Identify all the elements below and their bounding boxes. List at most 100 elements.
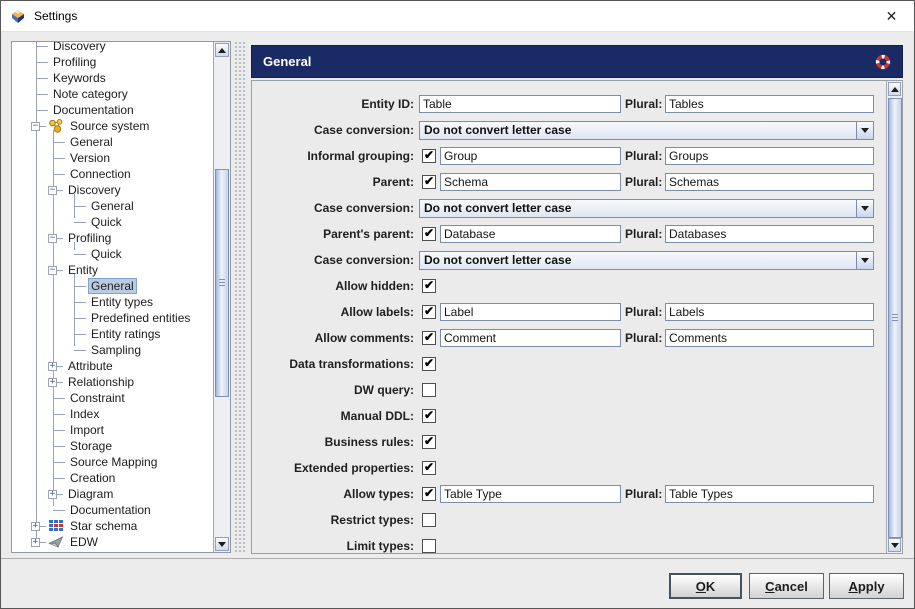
scrollbar-thumb[interactable] (888, 98, 902, 538)
parent-input[interactable] (440, 173, 621, 191)
close-button[interactable]: ✕ (869, 1, 914, 31)
tree-item-connection[interactable]: Connection (12, 166, 213, 182)
tree-item-entity-ratings[interactable]: Entity ratings (12, 326, 213, 342)
parent-checkbox[interactable]: ✔ (422, 175, 436, 189)
tree-item-star-schema[interactable]: +Star schema (12, 518, 213, 534)
tree-scrollbar[interactable] (213, 42, 230, 552)
allow-comments-input[interactable] (440, 329, 621, 347)
tree-item-edw[interactable]: +EDW (12, 534, 213, 550)
scroll-up-button[interactable] (215, 43, 229, 57)
informal-grouping-checkbox[interactable]: ✔ (422, 149, 436, 163)
tree-item-profiling[interactable]: −Profiling (12, 230, 213, 246)
form-scrollbar[interactable] (886, 81, 902, 553)
business-rules-checkbox[interactable]: ✔ (422, 435, 436, 449)
tree-item-discovery[interactable]: −Discovery (12, 182, 213, 198)
tree-item-label: Attribute (65, 358, 116, 374)
tree-item-predefined-entities[interactable]: Predefined entities (12, 310, 213, 326)
help-lifering-icon[interactable] (875, 54, 891, 70)
extended-properties-checkbox[interactable]: ✔ (422, 461, 436, 475)
expand-icon[interactable]: + (48, 490, 57, 499)
tree-item-keywords[interactable]: Keywords (12, 70, 213, 86)
allow-types-checkbox[interactable]: ✔ (422, 487, 436, 501)
tree-item-documentation[interactable]: Documentation (12, 102, 213, 118)
tree-connector (36, 62, 48, 63)
collapse-icon[interactable]: − (48, 186, 57, 195)
allow-types-plural-input[interactable] (665, 485, 874, 503)
data-transformations-checkbox[interactable]: ✔ (422, 357, 436, 371)
scroll-down-button[interactable] (888, 538, 901, 552)
field-label: Allow labels: (260, 305, 414, 319)
informal-grouping-plural-input[interactable] (665, 147, 874, 165)
scroll-up-button[interactable] (888, 82, 901, 96)
restrict-types-checkbox[interactable] (422, 513, 436, 527)
chevron-down-icon (861, 128, 869, 133)
tree-item-source-system[interactable]: −Source system (12, 118, 213, 134)
plural-label: Plural: (625, 487, 662, 501)
tree-item-entity[interactable]: −Entity (12, 262, 213, 278)
scrollbar-thumb[interactable] (215, 169, 229, 397)
parent-s-parent-checkbox[interactable]: ✔ (422, 227, 436, 241)
entity-id-input[interactable] (419, 95, 621, 113)
tree-item-documentation[interactable]: Documentation (12, 502, 213, 518)
case-conversion-dropdown[interactable]: Do not convert letter case (419, 199, 874, 218)
collapse-icon[interactable]: − (31, 122, 40, 131)
allow-comments-checkbox[interactable]: ✔ (422, 331, 436, 345)
expand-icon[interactable]: + (48, 362, 57, 371)
combo-arrow-button[interactable] (856, 200, 873, 217)
informal-grouping-input[interactable] (440, 147, 621, 165)
limit-types-checkbox[interactable] (422, 539, 436, 553)
tree-item-entity-types[interactable]: Entity types (12, 294, 213, 310)
tree-item-discovery[interactable]: Discovery (12, 42, 213, 54)
form-view: Entity ID:Plural:Case conversion:Do not … (252, 81, 886, 553)
allow-types-input[interactable] (440, 485, 621, 503)
tree-item-profiling[interactable]: Profiling (12, 54, 213, 70)
combo-arrow-button[interactable] (856, 252, 873, 269)
tree-item-general[interactable]: General (12, 198, 213, 214)
expand-icon[interactable]: + (31, 522, 40, 531)
tree-item-source-mapping[interactable]: Source Mapping (12, 454, 213, 470)
allow-labels-checkbox[interactable]: ✔ (422, 305, 436, 319)
case-conversion-dropdown[interactable]: Do not convert letter case (419, 121, 874, 140)
allow-labels-input[interactable] (440, 303, 621, 321)
scroll-down-button[interactable] (215, 537, 229, 551)
parent-s-parent-input[interactable] (440, 225, 621, 243)
combo-arrow-button[interactable] (856, 122, 873, 139)
cancel-button[interactable]: Cancel (749, 573, 824, 599)
tree-item-general[interactable]: General (12, 134, 213, 150)
tree-item-version[interactable]: Version (12, 150, 213, 166)
expand-icon[interactable]: + (48, 378, 57, 387)
tree-item-sampling[interactable]: Sampling (12, 342, 213, 358)
tree-item-creation[interactable]: Creation (12, 470, 213, 486)
allow-comments-plural-input[interactable] (665, 329, 874, 347)
title-bar[interactable]: Settings ✕ (1, 1, 914, 32)
parent-s-parent-plural-input[interactable] (665, 225, 874, 243)
case-conversion-dropdown[interactable]: Do not convert letter case (419, 251, 874, 270)
apply-button[interactable]: Apply (829, 573, 904, 599)
tree-item-quick[interactable]: Quick (12, 214, 213, 230)
tree-item-general[interactable]: General (12, 278, 213, 294)
field-label: Case conversion: (260, 123, 414, 137)
allow-hidden-checkbox[interactable]: ✔ (422, 279, 436, 293)
tree-item-index[interactable]: Index (12, 406, 213, 422)
parent-plural-input[interactable] (665, 173, 874, 191)
tree-item-storage[interactable]: Storage (12, 438, 213, 454)
tree-item-attribute[interactable]: + Attribute (12, 358, 213, 374)
tree-item-import[interactable]: Import (12, 422, 213, 438)
manual-ddl-checkbox[interactable]: ✔ (422, 409, 436, 423)
ok-button[interactable]: OK (669, 573, 742, 599)
tree-item-quick[interactable]: Quick (12, 246, 213, 262)
dw-query-checkbox[interactable] (422, 383, 436, 397)
tree-connector (53, 398, 65, 399)
entity-id-plural-input[interactable] (665, 95, 874, 113)
collapse-icon[interactable]: − (48, 234, 57, 243)
tree-item-label: Profiling (50, 54, 99, 70)
allow-labels-plural-input[interactable] (665, 303, 874, 321)
split-pane-divider[interactable] (234, 41, 247, 554)
expand-icon[interactable]: + (31, 538, 40, 547)
field-label: Allow hidden: (260, 279, 414, 293)
tree-item-note-category[interactable]: Note category (12, 86, 213, 102)
tree-item-constraint[interactable]: Constraint (12, 390, 213, 406)
collapse-icon[interactable]: − (48, 266, 57, 275)
tree-item-diagram[interactable]: +Diagram (12, 486, 213, 502)
tree-item-relationship[interactable]: +Relationship (12, 374, 213, 390)
